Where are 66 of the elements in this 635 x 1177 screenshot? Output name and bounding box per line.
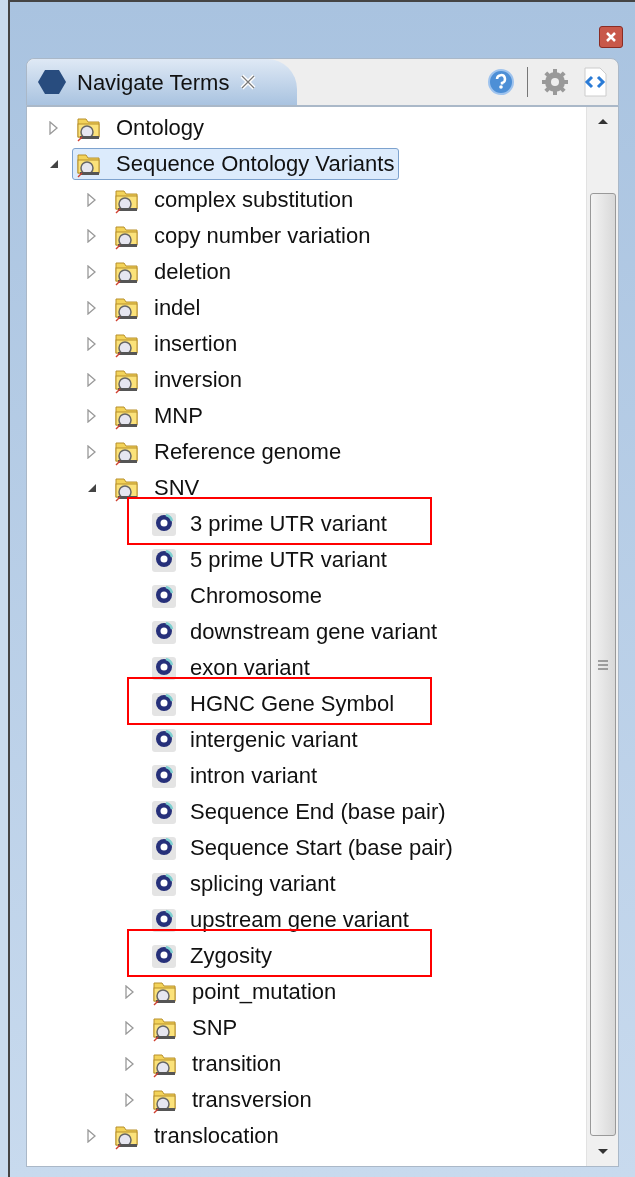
expand-arrow-icon[interactable] [86, 445, 98, 459]
tree-item[interactable]: Sequence Ontology Variants [72, 148, 400, 180]
tree-item[interactable]: insertion [110, 328, 243, 360]
tree-item[interactable]: 3 prime UTR variant [148, 508, 392, 540]
tree-item[interactable]: deletion [110, 256, 237, 288]
close-button[interactable] [599, 26, 623, 48]
scrollbar-thumb[interactable] [589, 193, 616, 1136]
tree-item[interactable]: translocation [110, 1120, 284, 1152]
tree-item[interactable]: SNP [148, 1012, 243, 1044]
close-icon[interactable] [239, 73, 258, 91]
close-icon [605, 31, 617, 43]
tree-item[interactable]: Zygosity [148, 940, 277, 972]
tree-item[interactable]: inversion [110, 364, 248, 396]
gear-icon[interactable] [540, 67, 570, 97]
tree-item[interactable]: point_mutation [148, 976, 342, 1008]
tree-item[interactable]: SNV [110, 472, 205, 504]
expand-arrow-icon[interactable] [124, 1093, 136, 1107]
tree-item[interactable]: transversion [148, 1084, 317, 1116]
term-icon [151, 907, 177, 933]
expand-arrow-icon[interactable] [86, 265, 98, 279]
tree-item[interactable]: upstream gene variant [148, 904, 414, 936]
tree-item[interactable]: downstream gene variant [148, 616, 443, 648]
expand-arrow-icon[interactable] [86, 409, 98, 423]
expand-arrow-icon[interactable] [86, 373, 98, 387]
tree-item[interactable]: Chromosome [148, 580, 328, 612]
expand-arrow-icon[interactable] [86, 1129, 98, 1143]
help-icon[interactable] [487, 68, 515, 96]
tree-item[interactable]: transition [148, 1048, 287, 1080]
tree-item[interactable]: Sequence Start (base pair) [148, 832, 458, 864]
tree-item[interactable]: Reference genome [110, 436, 347, 468]
term-icon [151, 547, 177, 573]
tree-item[interactable]: intron variant [148, 760, 323, 792]
expand-arrow-icon[interactable] [124, 1021, 136, 1035]
term-icon [151, 727, 177, 753]
expand-arrow-icon[interactable] [124, 985, 136, 999]
view-tab[interactable]: Navigate Terms [27, 59, 298, 105]
tree-item[interactable]: HGNC Gene Symbol [148, 688, 400, 720]
tree-item[interactable]: intergenic variant [148, 724, 363, 756]
term-icon [151, 619, 177, 645]
tree-item[interactable]: MNP [110, 400, 208, 432]
hexagon-icon [37, 69, 67, 95]
term-icon [151, 871, 177, 897]
tree-item[interactable]: Sequence End (base pair) [148, 796, 451, 828]
tree-item[interactable]: complex substitution [110, 184, 359, 216]
expand-arrow-icon[interactable] [86, 337, 98, 351]
term-icon [151, 691, 177, 717]
expand-arrow-icon[interactable] [86, 301, 98, 315]
tab-title: Navigate Terms [77, 68, 230, 97]
tree-item[interactable]: exon variant [148, 652, 315, 684]
expand-arrow-icon[interactable] [86, 193, 98, 207]
expand-arrow-icon[interactable] [86, 229, 98, 243]
tree-item[interactable]: indel [110, 292, 206, 324]
term-icon [151, 583, 177, 609]
term-icon [151, 763, 177, 789]
tree-item[interactable]: splicing variant [148, 868, 341, 900]
term-icon [151, 835, 177, 861]
expand-arrow-icon[interactable] [48, 121, 60, 135]
term-icon [151, 511, 177, 537]
expand-arrow-icon[interactable] [124, 1057, 136, 1071]
tree-item[interactable]: 5 prime UTR variant [148, 544, 392, 576]
term-icon [151, 799, 177, 825]
term-icon [151, 943, 177, 969]
code-file-icon[interactable] [582, 67, 608, 97]
tree-item[interactable]: copy number variation [110, 220, 376, 252]
term-icon [151, 655, 177, 681]
tree-item[interactable]: Ontology [72, 112, 210, 144]
